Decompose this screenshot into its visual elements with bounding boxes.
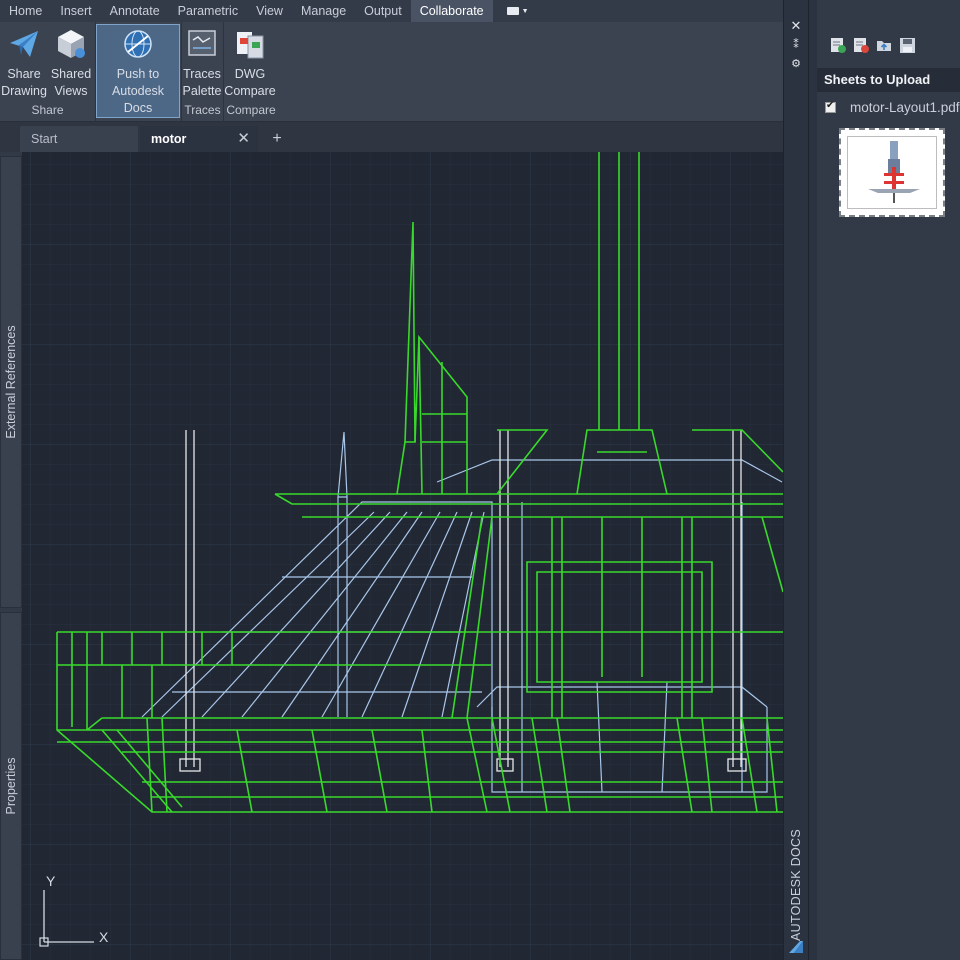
paper-plane-icon <box>7 27 41 61</box>
sheets-to-upload-header: Sheets to Upload <box>817 68 960 92</box>
doc-tab-start[interactable]: Start <box>20 126 138 152</box>
traces-icon <box>185 27 219 61</box>
save-icon[interactable] <box>898 36 916 54</box>
ucs-y-label: Y <box>46 873 56 889</box>
traces-label-1: Traces <box>183 67 221 81</box>
doc-tab-start-label: Start <box>31 132 58 146</box>
dwg-compare-icon <box>233 27 267 61</box>
tab-annotate[interactable]: Annotate <box>101 0 169 22</box>
tab-view[interactable]: View <box>247 0 292 22</box>
push-label-1: Push to <box>116 67 160 81</box>
dwg-compare-label-2: Compare <box>224 84 276 98</box>
properties-label: Properties <box>4 757 18 815</box>
new-tab-button[interactable]: + <box>266 128 288 150</box>
palette-title: AUTODESK DOCS <box>789 828 803 942</box>
palette-properties-icon[interactable]: ⚙ <box>784 57 808 70</box>
push-to-autodesk-docs-button[interactable]: Push to Autodesk Docs <box>96 24 180 118</box>
tab-insert[interactable]: Insert <box>51 0 100 22</box>
autocad-window: { "ribbon": { "tabs": ["Home", "Insert",… <box>0 0 960 960</box>
sheet-thumbnail[interactable] <box>839 128 945 217</box>
upload-folder-icon[interactable] <box>875 36 893 54</box>
sheet-list-item[interactable]: motor-Layout1.pdf <box>825 100 960 115</box>
sheet-filename: motor-Layout1.pdf <box>850 100 960 115</box>
tab-manage[interactable]: Manage <box>292 0 355 22</box>
autodesk-docs-palette-titlebar[interactable]: ✕ ⁑ ⚙ AUTODESK DOCS <box>783 0 809 960</box>
ribbon-tab-bar: Home Insert Annotate Parametric View Man… <box>0 0 783 22</box>
panel-display-icon <box>506 7 519 15</box>
close-palette-icon[interactable]: ✕ <box>784 18 808 34</box>
group-autodesk-docs: Push to Autodesk Docs Autodesk Docs <box>96 22 182 134</box>
drawing-canvas[interactable]: Y X <box>22 152 783 960</box>
panel-edge <box>809 0 817 960</box>
layout-preview-image <box>868 141 920 203</box>
group-label-traces: Traces <box>184 103 221 117</box>
autodesk-logo-icon <box>788 940 804 954</box>
auto-hide-icon[interactable]: ⁑ <box>784 38 808 51</box>
doc-tab-motor-label: motor <box>151 132 187 146</box>
doc-tab-motor[interactable]: motor ✕ <box>140 126 258 152</box>
tab-home[interactable]: Home <box>0 0 51 22</box>
tab-parametric[interactable]: Parametric <box>169 0 247 22</box>
share-drawing-button[interactable]: Share Drawing <box>0 25 48 100</box>
document-tab-bar: Start motor ✕ + <box>0 122 783 152</box>
remove-sheet-icon[interactable] <box>852 36 870 54</box>
ribbon-panel: Share Drawing Shared Views Share Push to… <box>0 22 783 134</box>
traces-palette-button[interactable]: Traces Palette <box>182 25 222 100</box>
external-references-label: External References <box>4 325 18 439</box>
group-label-share: Share <box>31 103 64 117</box>
dwg-compare-button[interactable]: DWG Compare <box>224 25 276 100</box>
group-compare: DWG Compare Compare <box>224 22 278 121</box>
shared-views-button[interactable]: Shared Views <box>48 25 94 100</box>
shared-views-label-1: Shared <box>50 67 92 81</box>
push-label-2: Autodesk Docs <box>111 84 165 115</box>
sheet-checkbox[interactable] <box>825 100 836 113</box>
model-space-drawing: Y X <box>22 152 783 960</box>
shared-views-label-2: Views <box>54 84 88 98</box>
share-drawing-label-2: Drawing <box>1 84 47 98</box>
group-share: Share Drawing Shared Views Share <box>0 22 96 121</box>
upload-toolbar <box>829 36 916 54</box>
cube-icon <box>54 27 88 61</box>
close-icon[interactable]: ✕ <box>237 126 250 152</box>
add-sheet-icon[interactable] <box>829 36 847 54</box>
traces-label-2: Palette <box>182 84 222 98</box>
group-label-compare: Compare <box>226 103 276 117</box>
ribbon-display-toggle[interactable]: ▼ <box>505 4 531 18</box>
dwg-compare-label-1: DWG <box>234 67 266 81</box>
autodesk-docs-panel: Sheets to Upload motor-Layout1.pdf <box>809 0 960 960</box>
group-traces: Traces Palette Traces <box>182 22 224 121</box>
tab-output[interactable]: Output <box>355 0 411 22</box>
properties-palette-tab[interactable]: Properties <box>0 612 22 960</box>
external-references-palette-tab[interactable]: External References <box>0 156 22 608</box>
ucs-x-label: X <box>99 929 109 945</box>
tab-collaborate[interactable]: Collaborate <box>410 0 493 22</box>
share-drawing-label-1: Share <box>7 67 41 81</box>
chevron-down-icon: ▼ <box>521 7 529 15</box>
globe-icon <box>121 27 155 61</box>
left-palette-bar: External References Properties <box>0 152 22 960</box>
